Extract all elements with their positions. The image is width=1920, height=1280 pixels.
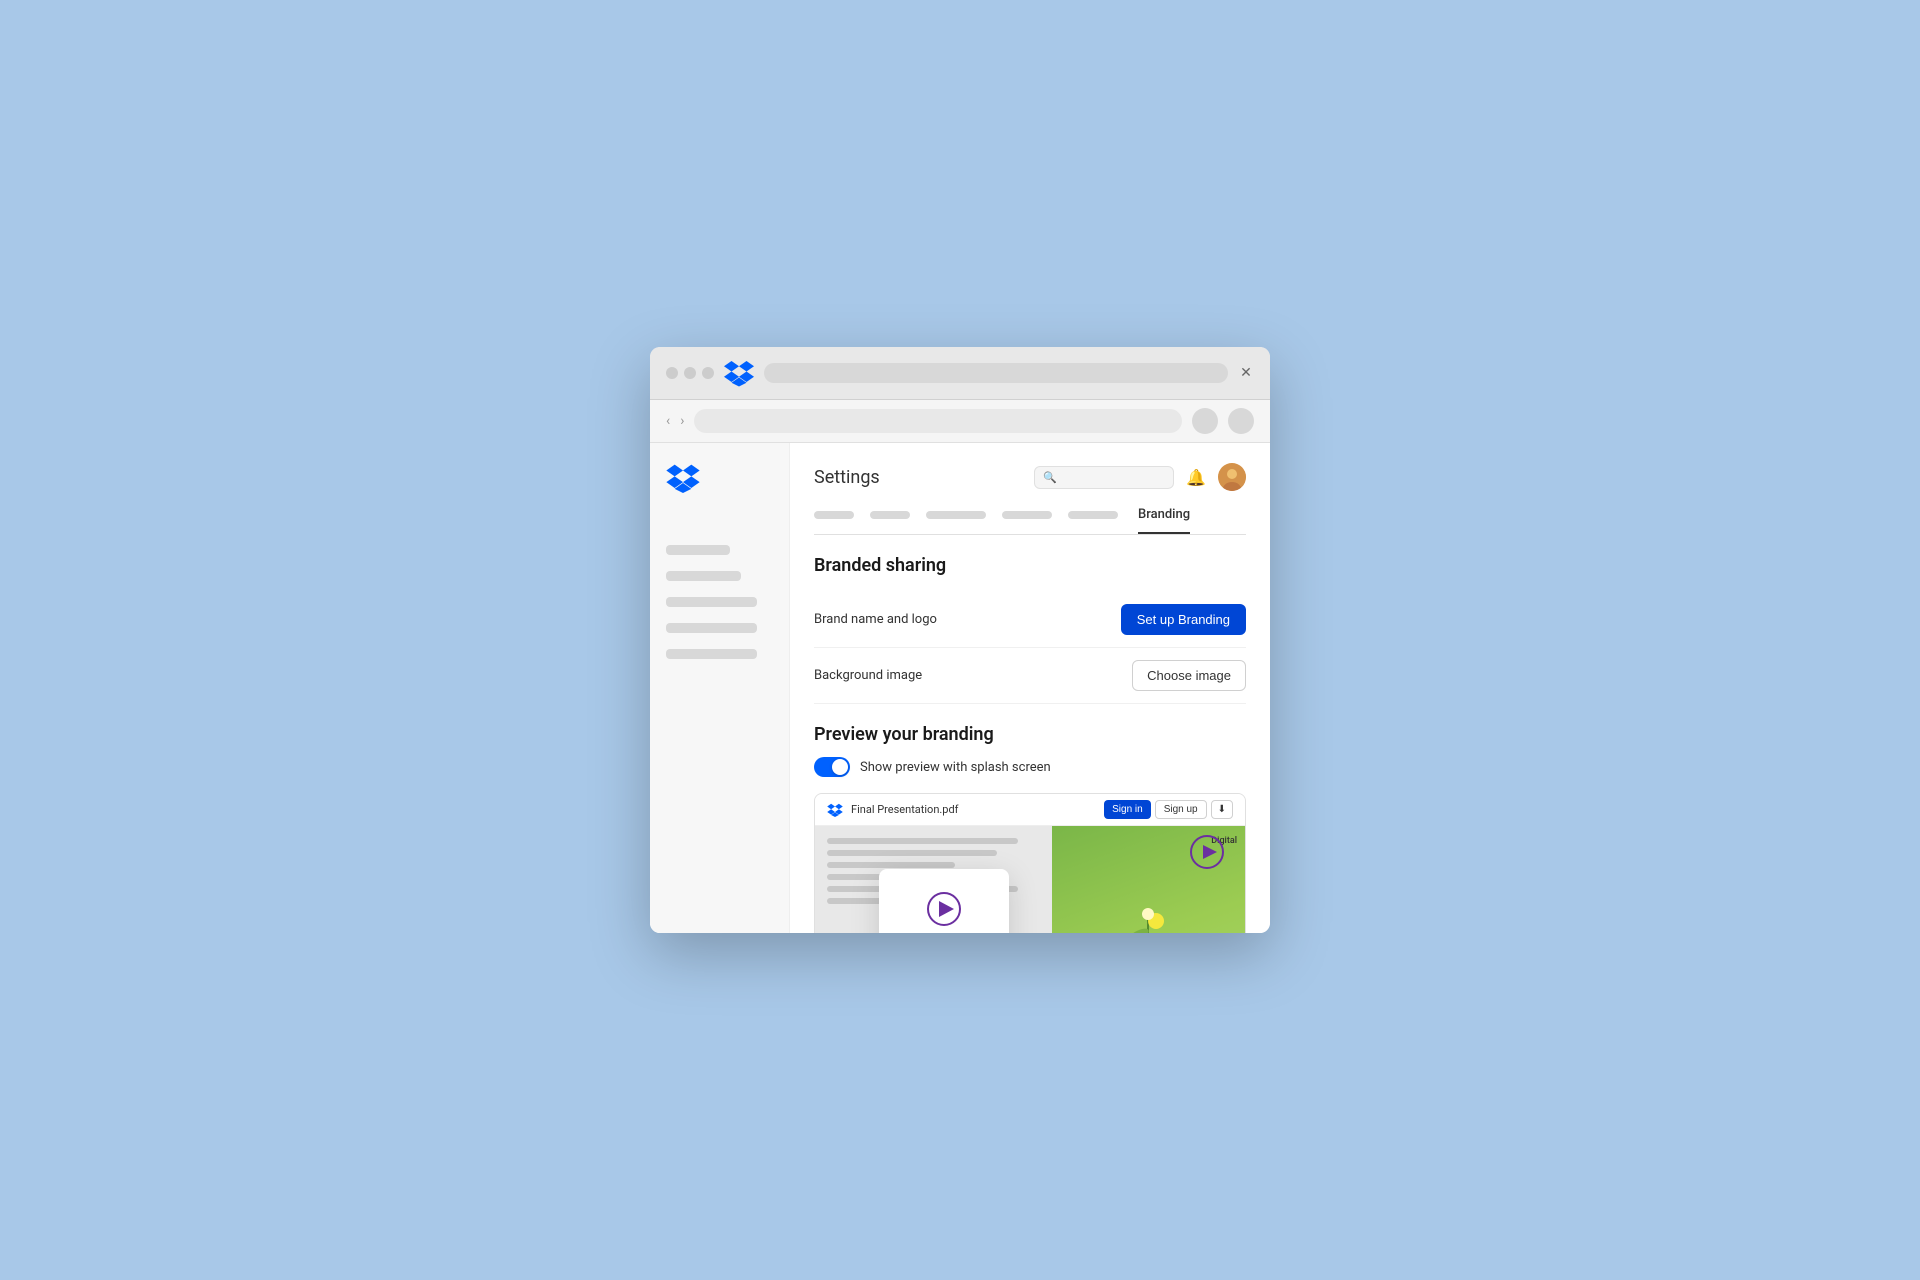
preview-header: Final Presentation.pdf Sign in Sign up ⬇ xyxy=(815,794,1245,826)
sidebar-item-3[interactable] xyxy=(666,597,757,607)
forward-button[interactable]: › xyxy=(680,413,684,429)
sidebar xyxy=(650,443,790,933)
preview-download-button[interactable]: ⬇ xyxy=(1211,800,1233,819)
brand-name-row: Brand name and logo Set up Branding xyxy=(814,592,1246,648)
browser-dot-green xyxy=(702,367,714,379)
circle-play-icon xyxy=(1189,834,1225,870)
search-box[interactable]: 🔍 xyxy=(1034,466,1174,489)
tab-ph-5[interactable] xyxy=(1068,511,1118,519)
flower-decoration xyxy=(1118,886,1178,933)
modal-circle-play-icon xyxy=(926,891,962,927)
tab-placeholders xyxy=(814,507,1118,522)
settings-header: Settings 🔍 🔔 xyxy=(814,463,1246,491)
bg-image-label: Background image xyxy=(814,668,922,683)
browser-controls xyxy=(666,367,714,379)
avatar-image xyxy=(1218,463,1246,491)
user-avatar[interactable] xyxy=(1218,463,1246,491)
splash-modal: Cobalt Circle Digital View xyxy=(879,869,1009,933)
preview-db-logo xyxy=(827,803,843,817)
address-bar[interactable] xyxy=(764,363,1228,383)
preview-body: Digital Cobalt Circle Digital xyxy=(815,826,1245,933)
branded-sharing-section: Branded sharing Brand name and logo Set … xyxy=(814,555,1246,704)
preview-signin-button[interactable]: Sign in xyxy=(1104,800,1151,819)
tab-branding[interactable]: Branding xyxy=(1138,507,1190,534)
preview-top-right xyxy=(1189,834,1225,874)
sidebar-item-4[interactable] xyxy=(666,623,757,633)
browser-window: ✕ ‹ › xyxy=(650,347,1270,933)
nav-circle-2 xyxy=(1228,408,1254,434)
close-button[interactable]: ✕ xyxy=(1238,365,1254,381)
url-bar[interactable] xyxy=(694,409,1182,433)
preview-section: Preview your branding Show preview with … xyxy=(814,724,1246,933)
settings-title: Settings xyxy=(814,467,880,488)
bell-icon[interactable]: 🔔 xyxy=(1186,468,1206,487)
tab-ph-1[interactable] xyxy=(814,511,854,519)
toggle-row: Show preview with splash screen xyxy=(814,757,1246,777)
doc-line-1 xyxy=(827,838,1018,844)
preview-container: Final Presentation.pdf Sign in Sign up ⬇ xyxy=(814,793,1246,933)
avatar-svg xyxy=(1218,463,1246,491)
sidebar-item-5[interactable] xyxy=(666,649,757,659)
sidebar-dropbox-logo xyxy=(666,463,700,493)
app-layout: Settings 🔍 🔔 xyxy=(650,443,1270,933)
doc-line-3 xyxy=(827,862,955,868)
preview-toggle[interactable] xyxy=(814,757,850,777)
sidebar-logo xyxy=(666,463,773,497)
background-image-row: Background image Choose image xyxy=(814,648,1246,704)
brand-name-label: Brand name and logo xyxy=(814,612,937,627)
sidebar-item-2[interactable] xyxy=(666,571,741,581)
browser-navbar: ‹ › xyxy=(650,400,1270,443)
main-content: Settings 🔍 🔔 xyxy=(790,443,1270,933)
setup-branding-button[interactable]: Set up Branding xyxy=(1121,604,1246,635)
preview-signup-button[interactable]: Sign up xyxy=(1155,800,1207,819)
tabs-bar: Branding xyxy=(814,507,1246,535)
tab-ph-4[interactable] xyxy=(1002,511,1052,519)
sidebar-item-1[interactable] xyxy=(666,545,730,555)
browser-dot-yellow xyxy=(684,367,696,379)
preview-bg-image: Digital xyxy=(1052,826,1246,933)
browser-dot-red xyxy=(666,367,678,379)
toggle-knob xyxy=(832,759,848,775)
preview-filename: Final Presentation.pdf xyxy=(851,803,1096,816)
choose-image-button[interactable]: Choose image xyxy=(1132,660,1246,691)
modal-logo xyxy=(924,889,964,929)
tab-ph-2[interactable] xyxy=(870,511,910,519)
back-button[interactable]: ‹ xyxy=(666,413,670,429)
preview-action-buttons: Sign in Sign up ⬇ xyxy=(1104,800,1233,819)
nav-avatar-circle xyxy=(1192,408,1218,434)
tab-ph-3[interactable] xyxy=(926,511,986,519)
dropbox-logo xyxy=(724,359,754,387)
header-actions: 🔍 🔔 xyxy=(1034,463,1246,491)
preview-title: Preview your branding xyxy=(814,724,1246,745)
branded-sharing-title: Branded sharing xyxy=(814,555,1246,576)
toggle-label: Show preview with splash screen xyxy=(860,760,1051,775)
browser-titlebar: ✕ xyxy=(650,347,1270,400)
doc-line-2 xyxy=(827,850,997,856)
search-icon: 🔍 xyxy=(1043,471,1057,484)
